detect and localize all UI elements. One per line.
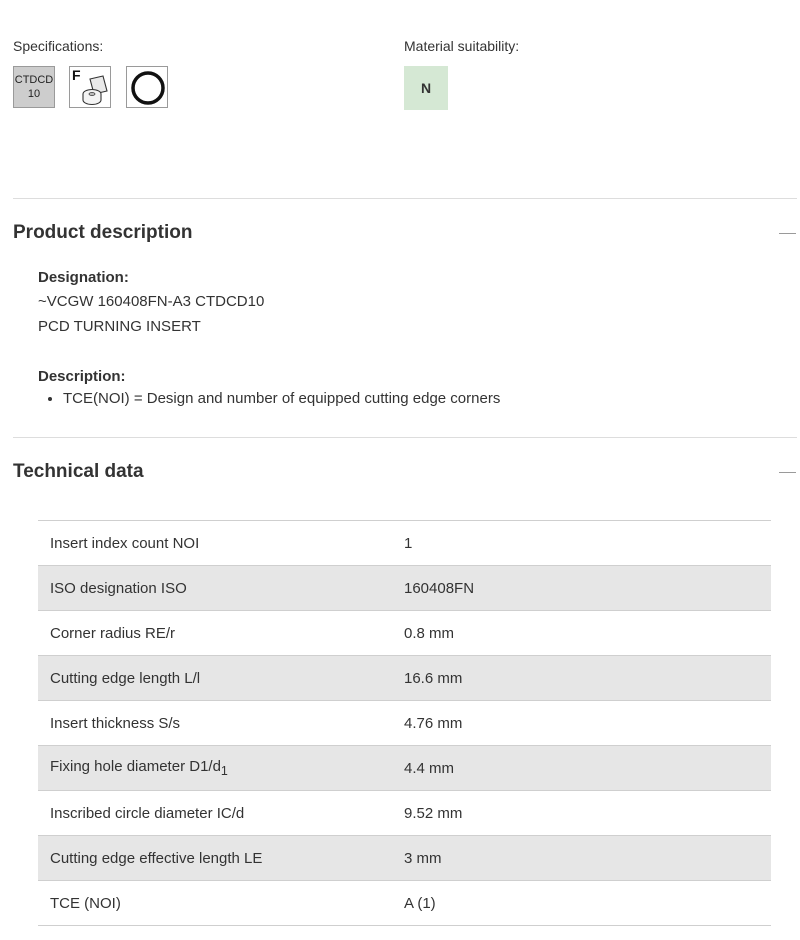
row-value: 9.52 mm	[404, 804, 463, 822]
table-row: Cutting edge length L/l 16.6 mm	[38, 655, 771, 701]
row-name: Inscribed circle diameter IC/d	[50, 804, 245, 822]
grade-badge[interactable]: CTDCD 10	[13, 66, 55, 108]
row-name: Cutting edge length L/l	[50, 669, 201, 687]
row-value: 16.6 mm	[404, 669, 463, 687]
row-value: 4.4 mm	[404, 759, 455, 777]
row-name: Corner radius RE/r	[50, 624, 176, 642]
row-value: 1	[404, 534, 413, 552]
technical-data-title[interactable]: Technical data	[13, 461, 144, 483]
specifications-label: Specifications:	[13, 38, 104, 54]
table-row: TCE (NOI) A (1)	[38, 880, 771, 926]
row-value: A (1)	[404, 894, 436, 912]
row-name: ISO designation ISO	[50, 579, 187, 597]
table-row: Inscribed circle diameter IC/d 9.52 mm	[38, 790, 771, 836]
ring-graphic	[131, 71, 165, 105]
table-row: Cutting edge effective length LE 3 mm	[38, 835, 771, 881]
row-value: 4.76 mm	[404, 714, 463, 732]
designation-value: ~VCGW 160408FN-A3 CTDCD10	[38, 293, 265, 310]
row-name: Insert index count NOI	[50, 534, 200, 552]
row-value: 3 mm	[404, 849, 442, 867]
grade-line-2: 10	[27, 88, 41, 100]
row-name: Cutting edge effective length LE	[50, 849, 263, 867]
material-suitability-label: Material suitability:	[404, 38, 520, 54]
collapse-product-description-icon[interactable]	[779, 233, 796, 234]
designation-subtitle: PCD TURNING INSERT	[38, 318, 201, 335]
fine-finishing-graphic: F	[72, 67, 108, 106]
table-row: Insert thickness S/s 4.76 mm	[38, 700, 771, 746]
fine-finishing-icon[interactable]: F	[69, 66, 111, 108]
row-name-text: Fixing hole diameter D1/d	[50, 758, 221, 775]
product-description-title[interactable]: Product description	[13, 222, 192, 244]
table-row: Insert index count NOI 1	[38, 520, 771, 566]
row-name: TCE (NOI)	[50, 894, 121, 912]
material-badge-n[interactable]: N	[404, 66, 448, 110]
description-label: Description:	[38, 368, 126, 385]
row-name-subscript: 1	[220, 764, 228, 778]
row-value: 0.8 mm	[404, 624, 455, 642]
table-row: ISO designation ISO 160408FN	[38, 565, 771, 611]
row-value: 160408FN	[404, 579, 475, 597]
fine-letter: F	[72, 67, 81, 83]
row-name: Insert thickness S/s	[50, 714, 181, 732]
description-item: TCE(NOI) = Design and number of equipped…	[63, 390, 500, 407]
row-name: Fixing hole diameter D1/d1	[38, 746, 392, 791]
divider	[13, 198, 797, 199]
divider	[13, 437, 797, 438]
technical-data-table: Insert index count NOI 1 ISO designation…	[38, 520, 771, 926]
table-row: Corner radius RE/r 0.8 mm	[38, 610, 771, 656]
insert-ring-icon[interactable]	[126, 66, 168, 108]
table-row: Fixing hole diameter D1/d1 4.4 mm	[38, 745, 771, 791]
description-list: TCE(NOI) = Design and number of equipped…	[38, 390, 500, 407]
designation-label: Designation:	[38, 269, 129, 286]
collapse-technical-data-icon[interactable]	[779, 472, 796, 473]
grade-line-1: CTDCD	[14, 74, 54, 86]
